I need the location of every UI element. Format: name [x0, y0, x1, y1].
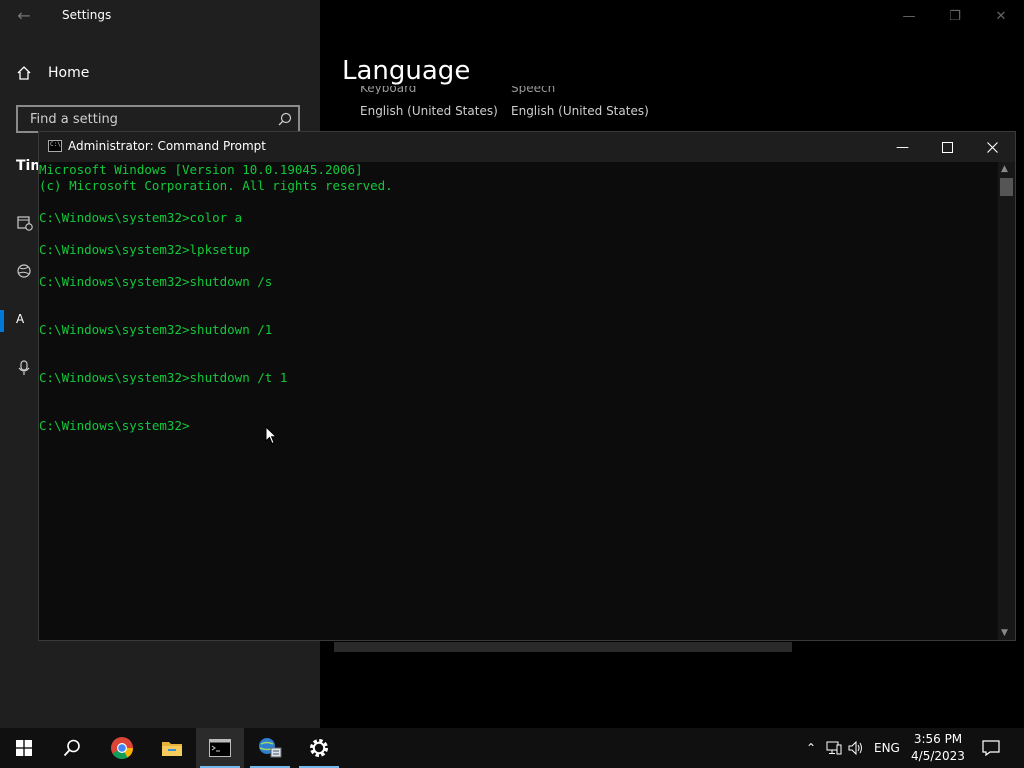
cmd-window-title: Administrator: Command Prompt	[68, 139, 266, 153]
keyboard-label: Keyboard	[360, 86, 417, 94]
cmd-icon-text: C:\	[50, 141, 61, 148]
start-icon	[16, 740, 32, 756]
taskbar-command-prompt[interactable]	[196, 728, 244, 768]
cmd-app-icon: C:\	[48, 140, 62, 152]
active-indicator	[0, 310, 4, 332]
system-tray: ⌃ ENG	[802, 728, 900, 768]
taskbar-settings[interactable]	[295, 728, 343, 768]
taskbar-search-button[interactable]	[48, 728, 96, 768]
cmd-titlebar[interactable]: C:\ Administrator: Command Prompt —	[39, 132, 1015, 162]
start-button[interactable]	[0, 728, 48, 768]
console-line: C:\Windows\system32>color a	[39, 210, 243, 225]
console-line: C:\Windows\system32>shutdown /s	[39, 274, 273, 289]
restore-icon[interactable]: ❐	[932, 0, 978, 32]
minimize-icon[interactable]: —	[880, 132, 925, 162]
search-icon[interactable]	[278, 112, 292, 126]
network-icon[interactable]	[826, 741, 842, 755]
taskbar-file-explorer[interactable]	[148, 728, 196, 768]
network-app-icon	[259, 738, 282, 758]
language-item-icon[interactable]: A	[16, 312, 24, 326]
scroll-down-icon[interactable]: ▼	[1001, 628, 1008, 638]
vertical-scrollbar[interactable]: ▲ ▼	[998, 162, 1015, 640]
scroll-up-icon[interactable]: ▲	[1001, 164, 1008, 174]
console-line: C:\Windows\system32>shutdown /t 1	[39, 370, 288, 385]
command-prompt-icon	[209, 739, 231, 757]
mouse-cursor-icon	[265, 426, 277, 445]
date-time-icon[interactable]	[17, 215, 33, 231]
keyboard-setting[interactable]: Keyboard English (United States)	[360, 86, 498, 118]
maximize-icon[interactable]	[925, 132, 970, 162]
scroll-thumb[interactable]	[1000, 178, 1013, 196]
clock[interactable]: 3:56 PM 4/5/2023	[908, 731, 968, 765]
horizontal-scrollbar[interactable]	[334, 642, 792, 652]
home-icon	[17, 66, 31, 80]
settings-search-box[interactable]	[16, 105, 300, 133]
action-center-button[interactable]	[968, 728, 1014, 768]
cmd-window-controls: —	[880, 132, 1015, 162]
settings-search-input[interactable]	[28, 111, 272, 128]
close-icon[interactable]: ✕	[978, 0, 1024, 32]
volume-icon[interactable]	[848, 741, 864, 755]
taskbar-chrome[interactable]	[98, 728, 146, 768]
minimize-icon[interactable]: —	[886, 0, 932, 32]
sidebar-item-home[interactable]: Home	[16, 62, 89, 84]
console-line: Microsoft Windows [Version 10.0.19045.20…	[39, 162, 363, 177]
keyboard-value: English (United States)	[360, 104, 498, 118]
chrome-icon	[111, 737, 133, 759]
command-prompt-window[interactable]: C:\ Administrator: Command Prompt — Micr…	[38, 131, 1016, 641]
speech-label: Speech	[511, 86, 556, 94]
search-icon	[63, 739, 80, 757]
settings-window-controls: — ❐ ✕	[886, 0, 1024, 32]
show-hidden-icons-icon[interactable]: ⌃	[802, 741, 820, 755]
speech-value: English (United States)	[511, 104, 649, 118]
page-title: Language	[342, 56, 471, 86]
settings-window-title: Settings	[62, 8, 112, 22]
region-icon[interactable]	[17, 263, 33, 279]
console-line: C:\Windows\system32>lpksetup	[39, 242, 250, 257]
microphone-icon[interactable]	[17, 360, 31, 376]
taskbar: ⌃ ENG 3:56 PM 4/5/2023	[0, 728, 1024, 768]
console-line: C:\Windows\system32>	[39, 418, 190, 433]
input-language-indicator[interactable]: ENG	[874, 741, 900, 755]
file-explorer-icon	[162, 742, 182, 756]
close-icon[interactable]	[970, 132, 1015, 162]
console-line: (c) Microsoft Corporation. All rights re…	[39, 178, 393, 193]
notification-icon	[982, 740, 1000, 756]
speech-setting[interactable]: Speech English (United States)	[511, 86, 649, 118]
console-output[interactable]: Microsoft Windows [Version 10.0.19045.20…	[39, 162, 998, 640]
settings-icon	[310, 739, 328, 757]
home-label: Home	[48, 65, 90, 81]
back-arrow-icon[interactable]: ←	[14, 6, 34, 26]
clock-date: 4/5/2023	[911, 749, 965, 763]
clock-time: 3:56 PM	[913, 732, 963, 746]
console-line: C:\Windows\system32>shutdown /1	[39, 322, 273, 337]
taskbar-network-app[interactable]	[246, 728, 294, 768]
